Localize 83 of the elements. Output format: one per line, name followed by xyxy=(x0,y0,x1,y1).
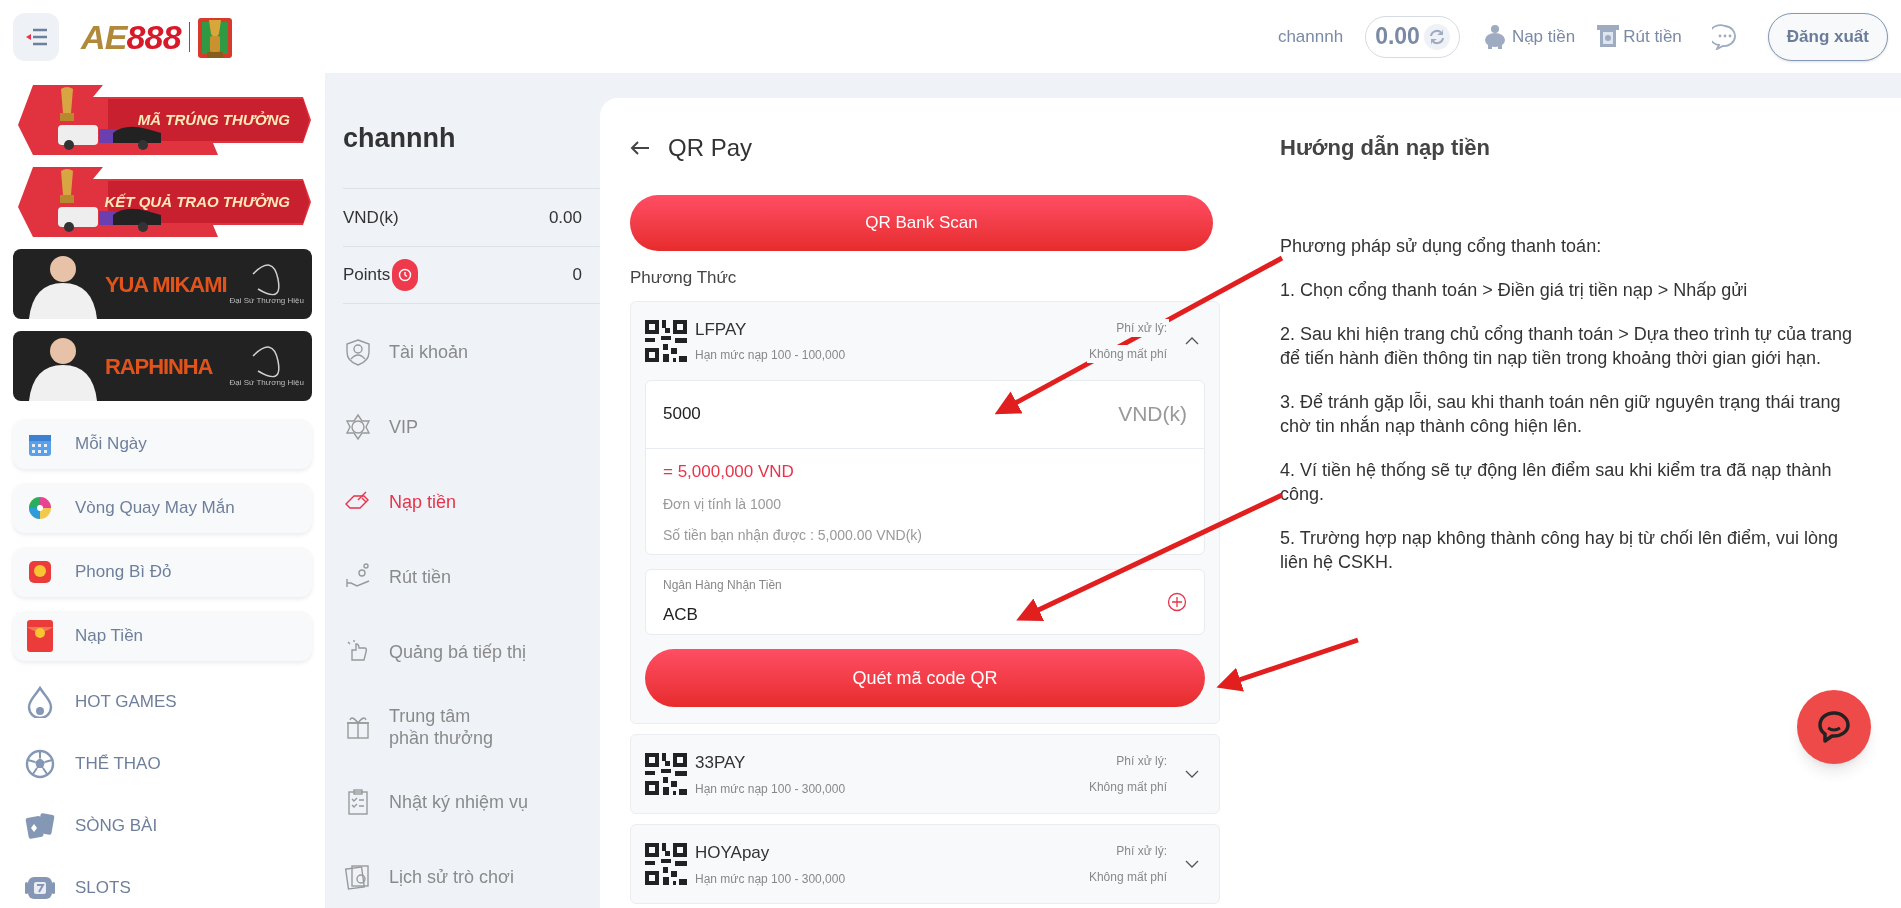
chat-icon xyxy=(1817,710,1851,744)
withdraw-link[interactable]: Rút tiền xyxy=(1597,23,1682,50)
qr-bank-scan-button[interactable]: QR Bank Scan xyxy=(630,195,1213,251)
balance-value: 0 xyxy=(572,264,582,287)
guide-step: 2. Sau khi hiện trang chủ cổng thanh toán > Dựa theo trình tự của trang để tiến hành điền thông tin nạp tiền trong khoảng thời gian giới hạn. xyxy=(1280,322,1860,370)
section-label: Phương Thức xyxy=(630,267,738,289)
payment-method-header[interactable]: 33PAY Hạn mức nạp 100 - 300,000 Phí xử lý: Không mất phí xyxy=(645,735,1205,813)
unit-note: Đơn vị tính là 1000 xyxy=(663,495,783,514)
account-username: channnh xyxy=(343,122,457,155)
guide-step: 1. Chọn cổng thanh toán > Điền giá trị tiền nạp > Nhấp gửi xyxy=(1280,278,1860,302)
fee-value: Không mất phí xyxy=(1086,344,1169,363)
banner-caption: Đại Sứ Thương Hiệu xyxy=(229,295,304,307)
menu-button[interactable] xyxy=(13,12,59,61)
account-menu-item[interactable]: Quảng bá tiếp thị xyxy=(343,614,600,689)
page-title: QR Pay xyxy=(668,133,753,163)
guide-step: 5. Trường hợp nạp không thành công hay bị từ chối lên điểm, vui lòng liên hệ CSKH. xyxy=(1280,526,1860,574)
account-menu-item[interactable]: Nạp tiền xyxy=(343,464,600,539)
qr-code-icon xyxy=(645,319,687,362)
method-name: HOYApay xyxy=(695,842,771,865)
atm-icon xyxy=(1597,24,1620,49)
qr-code-icon xyxy=(645,843,687,885)
sidebar-item[interactable]: HOT GAMES xyxy=(13,671,312,733)
menu-item-icon xyxy=(344,862,372,891)
slot-machine-icon xyxy=(25,876,55,900)
payment-method-header[interactable]: LFPAY Hạn mức nạp 100 - 100,000 Phí xử lý: Không mất phí xyxy=(645,301,1205,380)
balance-value: 0.00 xyxy=(548,206,582,229)
received-amount: Số tiền bạn nhận được : 5,000.00 VND(k) xyxy=(663,526,924,545)
sidebar-item[interactable]: SÒNG BÀI xyxy=(13,795,312,857)
account-menu-item[interactable]: VIP xyxy=(343,389,600,464)
guide-text: Phương pháp sử dụng cổng thanh toán: xyxy=(1280,235,1603,258)
fee-label: Phí xử lý: xyxy=(1114,318,1169,337)
banner-title: KẾT QUẢ TRAO THƯỞNG xyxy=(104,191,290,212)
clock-badge[interactable] xyxy=(392,259,419,291)
banner-title: YUA MIKAMI xyxy=(105,270,227,299)
logout-button[interactable]: Đăng xuất xyxy=(1767,12,1888,61)
converted-amount: = 5,000,000 VND xyxy=(663,460,795,483)
method-name: LFPAY xyxy=(695,318,748,341)
banner-title: MÃ TRÚNG THƯỞNG xyxy=(137,109,290,130)
add-icon[interactable] xyxy=(1167,592,1187,612)
banner-caption: Đại Sứ Thương Hiệu xyxy=(229,377,304,389)
method-limit: Hạn mức nạp 100 - 300,000 xyxy=(695,870,846,888)
method-limit: Hạn mức nạp 100 - 300,000 xyxy=(695,780,846,798)
fee-label: Phí xử lý: xyxy=(1114,752,1169,770)
amount-field[interactable]: 5000 VND(k) xyxy=(646,380,1204,449)
payment-method-header[interactable]: HOYApay Hạn mức nạp 100 - 300,000 Phí xử lý: Không mất phí xyxy=(645,825,1205,903)
envelope-icon xyxy=(28,560,52,584)
account-menu-item[interactable]: Tài khoản xyxy=(343,314,600,389)
menu-icon xyxy=(25,27,47,46)
method-limit: Hạn mức nạp 100 - 100,000 xyxy=(695,347,846,365)
sidebar-item[interactable]: SLOTS xyxy=(13,857,312,908)
username: channnh xyxy=(1277,25,1344,48)
guide-title: Hướng dẫn nạp tiền xyxy=(1280,134,1491,162)
soccer-ball-icon xyxy=(25,749,55,779)
wheel-icon xyxy=(28,496,52,520)
menu-item-icon xyxy=(344,412,372,441)
cards-icon xyxy=(25,812,55,840)
fee-label: Phí xử lý: xyxy=(1114,842,1169,860)
sidebar-item[interactable]: Vòng Quay May Mắn xyxy=(13,483,312,533)
deposit-link[interactable]: Nạp tiền xyxy=(1481,23,1576,50)
account-menu-item[interactable]: Nhật ký nhiệm vụ xyxy=(343,764,600,839)
account-menu-item[interactable]: Trung tâm phần thưởng xyxy=(343,689,513,764)
method-name: 33PAY xyxy=(695,752,747,775)
guide-step: 3. Để tránh gặp lỗi, sau khi thanh toán nên giữ nguyên trạng thái trang chờ tin nhắn nạp thành công hiện lên. xyxy=(1280,390,1860,438)
scan-qr-button[interactable]: Quét mã code QR xyxy=(645,649,1205,707)
sidebar-item[interactable]: Nạp Tiền xyxy=(13,611,312,661)
balance-label: VND(k) xyxy=(343,206,399,229)
bank-select-field[interactable]: Ngân Hàng Nhận Tiền ACB xyxy=(645,569,1205,635)
refresh-icon[interactable] xyxy=(1423,23,1450,50)
sidebar-item[interactable]: Phong Bì Đỏ xyxy=(13,547,312,597)
banner-title: RAPHINHA xyxy=(105,352,213,381)
account-menu-item[interactable]: Lịch sử trò chơi xyxy=(343,839,600,908)
qr-code-icon xyxy=(645,753,687,795)
balance-label: Points xyxy=(343,264,391,287)
logo[interactable]: AE888 xyxy=(81,19,181,54)
guide-step: 4. Ví tiền hệ thống sẽ tự động lên điểm sau khi kiểm tra đã nạp thành công. xyxy=(1280,458,1860,506)
sidebar-item[interactable]: Mỗi Ngày xyxy=(13,419,312,469)
menu-item-icon xyxy=(344,337,372,366)
chat-icon[interactable] xyxy=(1711,23,1738,50)
sidebar-item[interactable]: THỂ THAO xyxy=(13,733,312,795)
envelope-icon xyxy=(26,619,54,653)
flame-icon xyxy=(27,686,53,718)
back-arrow-icon[interactable] xyxy=(630,140,650,156)
account-menu-item[interactable]: Rút tiền xyxy=(343,539,600,614)
